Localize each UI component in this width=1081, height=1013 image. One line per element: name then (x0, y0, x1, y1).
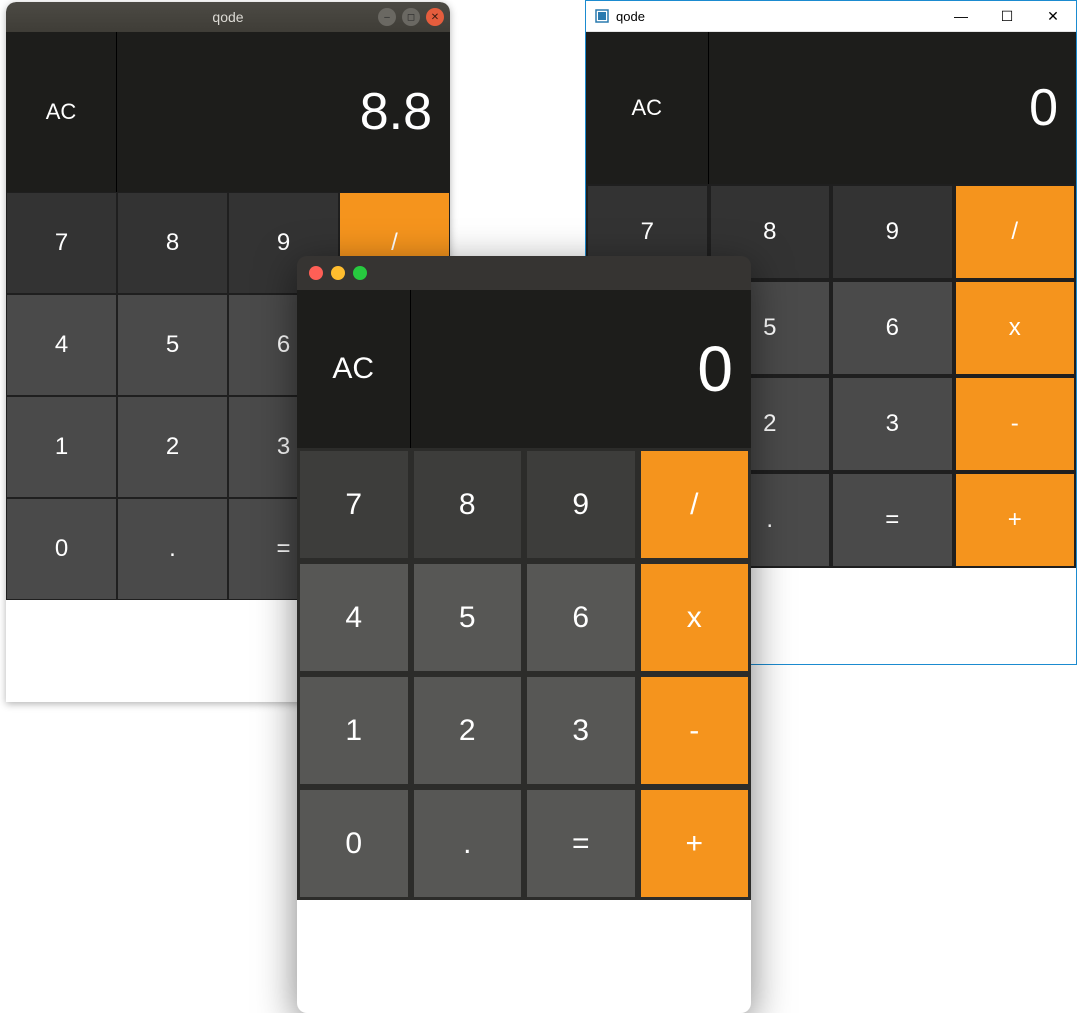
key-divide[interactable]: / (638, 448, 752, 561)
ac-label: AC (631, 95, 662, 121)
key-1[interactable]: 1 (6, 396, 117, 498)
key-9[interactable]: 9 (524, 448, 638, 561)
windows-window-controls: — ☐ ✕ (938, 1, 1076, 32)
linux-titlebar[interactable]: qode ‒ ◻ ✕ (6, 2, 450, 32)
key-add[interactable]: + (638, 787, 752, 900)
key-8[interactable]: 8 (117, 192, 228, 294)
key-6[interactable]: 6 (524, 561, 638, 674)
display: 0 (411, 290, 752, 448)
key-add[interactable]: + (954, 472, 1077, 568)
linux-window-title: qode (212, 9, 243, 25)
key-0[interactable]: 0 (297, 787, 411, 900)
minimize-button[interactable] (331, 266, 345, 280)
key-3[interactable]: 3 (524, 674, 638, 787)
ac-button[interactable]: AC (586, 32, 709, 184)
key-8[interactable]: 8 (411, 448, 525, 561)
ac-label: AC (46, 99, 77, 125)
display-row: AC 0 (297, 290, 751, 448)
display-value: 0 (697, 332, 733, 406)
key-7[interactable]: 7 (297, 448, 411, 561)
key-9[interactable]: 9 (831, 184, 954, 280)
app-icon (594, 8, 610, 24)
key-2[interactable]: 2 (411, 674, 525, 787)
key-equals[interactable]: = (831, 472, 954, 568)
key-multiply[interactable]: x (638, 561, 752, 674)
display-value: 8.8 (360, 82, 432, 142)
display-value: 0 (1029, 78, 1058, 138)
minimize-button[interactable]: ‒ (378, 8, 396, 26)
key-multiply[interactable]: x (954, 280, 1077, 376)
key-divide[interactable]: / (954, 184, 1077, 280)
maximize-button[interactable] (353, 266, 367, 280)
mac-calculator-window: AC 0 7 8 9 / 4 5 6 x 1 2 3 - 0 . = + (297, 256, 751, 1013)
maximize-button[interactable]: ☐ (984, 1, 1030, 32)
key-equals[interactable]: = (524, 787, 638, 900)
key-4[interactable]: 4 (6, 294, 117, 396)
ac-button[interactable]: AC (297, 290, 411, 448)
key-6[interactable]: 6 (831, 280, 954, 376)
key-decimal[interactable]: . (411, 787, 525, 900)
display-row: AC 8.8 (6, 32, 450, 192)
display: 0 (709, 32, 1077, 184)
key-subtract[interactable]: - (954, 376, 1077, 472)
key-7[interactable]: 7 (6, 192, 117, 294)
display: 8.8 (117, 32, 450, 192)
close-button[interactable]: ✕ (426, 8, 444, 26)
windows-window-title: qode (616, 9, 645, 24)
key-0[interactable]: 0 (6, 498, 117, 600)
minimize-button[interactable]: — (938, 1, 984, 32)
key-3[interactable]: 3 (831, 376, 954, 472)
key-5[interactable]: 5 (411, 561, 525, 674)
calculator-body: AC 0 7 8 9 / 4 5 6 x 1 2 3 - 0 . = + (297, 290, 751, 1013)
maximize-button[interactable]: ◻ (402, 8, 420, 26)
key-5[interactable]: 5 (117, 294, 228, 396)
close-button[interactable]: ✕ (1030, 1, 1076, 32)
key-4[interactable]: 4 (297, 561, 411, 674)
linux-window-controls: ‒ ◻ ✕ (378, 8, 444, 26)
display-row: AC 0 (586, 32, 1076, 184)
key-subtract[interactable]: - (638, 674, 752, 787)
mac-titlebar[interactable] (297, 256, 751, 290)
ac-button[interactable]: AC (6, 32, 117, 192)
windows-titlebar[interactable]: qode — ☐ ✕ (586, 1, 1076, 32)
close-button[interactable] (309, 266, 323, 280)
key-1[interactable]: 1 (297, 674, 411, 787)
key-2[interactable]: 2 (117, 396, 228, 498)
key-decimal[interactable]: . (117, 498, 228, 600)
ac-label: AC (332, 352, 374, 386)
